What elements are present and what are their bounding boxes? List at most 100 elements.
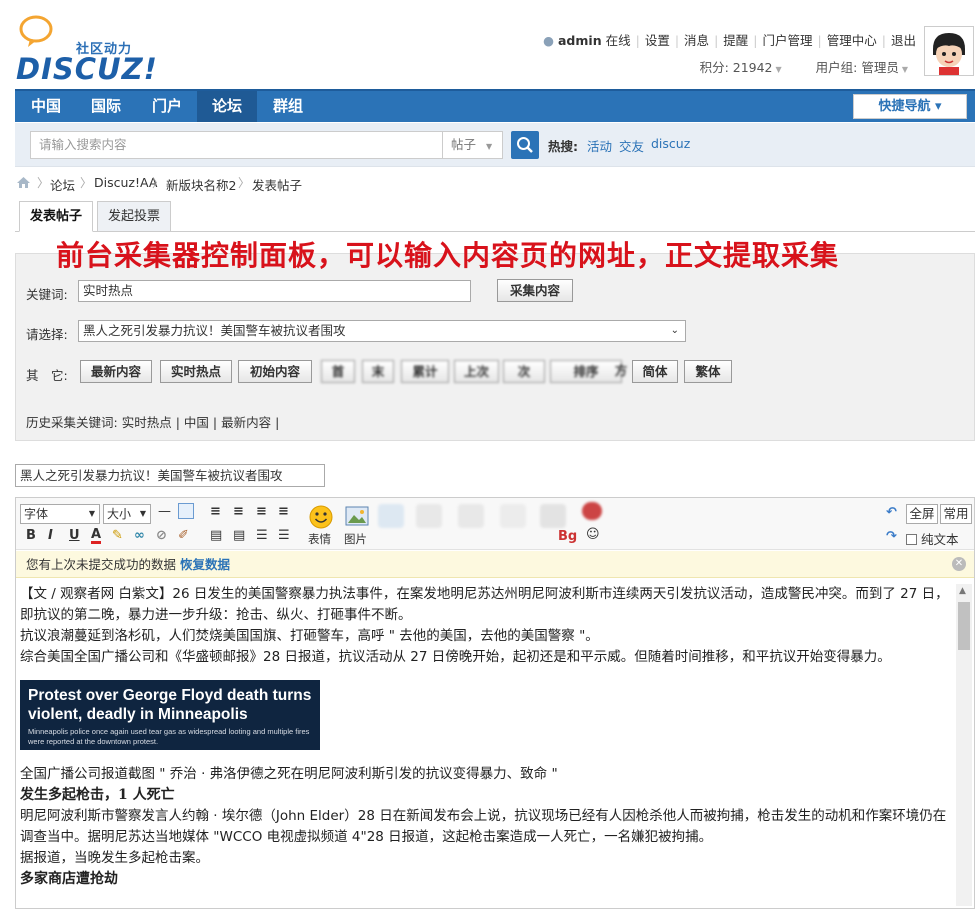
usergroup-dropdown[interactable]: 用户组: 管理员 ▼ — [816, 60, 908, 75]
font-family-select[interactable]: 字体 ▼ — [20, 504, 100, 524]
unlink-icon[interactable]: ⊘ — [156, 528, 167, 543]
history-item[interactable]: 最新内容 — [221, 415, 271, 430]
latest-content-button[interactable]: 最新内容 — [80, 360, 152, 383]
clear-format-icon[interactable]: ✐ — [178, 528, 189, 543]
blurred-extra-button[interactable]: 方 — [614, 360, 628, 383]
emoji-button[interactable] — [308, 504, 334, 529]
bold-icon[interactable]: B — [26, 528, 36, 543]
close-icon[interactable]: ✕ — [952, 557, 966, 571]
common-button[interactable]: 常用 — [940, 504, 972, 524]
link-icon[interactable]: ∞ — [134, 528, 145, 543]
points-label: 积分: 21942 — [699, 60, 773, 75]
tab-new-post[interactable]: 发表帖子 — [19, 201, 94, 232]
tab-new-poll[interactable]: 发起投票 — [97, 201, 172, 232]
initial-content-button[interactable]: 初始内容 — [238, 360, 312, 383]
float-left-icon[interactable]: ▤ — [210, 528, 222, 543]
quick-nav-button[interactable]: 快捷导航 ▾ — [853, 94, 967, 119]
traditional-chinese-button[interactable]: 繁体 — [684, 360, 732, 383]
plain-text-checkbox[interactable] — [906, 534, 917, 545]
history-item[interactable]: 中国 — [184, 415, 209, 430]
font-size-select[interactable]: 大小 ▼ — [103, 504, 151, 524]
article-paragraph: 明尼阿波利斯市警察发言人约翰 · 埃尔德（John Elder）28 日在新闻发… — [20, 808, 947, 845]
italic-icon[interactable]: I — [48, 528, 53, 543]
next-button[interactable]: 次 — [503, 360, 545, 383]
news-image-subtext: Minneapolis police once again used tear … — [28, 727, 310, 746]
emoji-label: 表情 — [308, 532, 331, 546]
hot-link-dating[interactable]: 交友 — [619, 136, 644, 155]
undo-icon[interactable]: ↶ — [886, 505, 897, 520]
restore-notice: 您有上次未提交成功的数据 恢复数据 ✕ — [16, 551, 974, 578]
last-page-button[interactable]: 末 — [362, 360, 394, 383]
keyword-input[interactable]: 实时热点 — [78, 280, 471, 302]
scrollbar-thumb[interactable] — [958, 602, 970, 650]
site-logo[interactable]: 社区动力 DISCUZ! — [16, 14, 157, 86]
username-link[interactable]: admin — [558, 33, 602, 48]
keyword-label: 关键词: — [26, 287, 68, 302]
breadcrumb-subboard[interactable]: 新版块名称2 — [166, 175, 236, 194]
unordered-list-icon[interactable]: ☰ — [278, 528, 290, 543]
font-color-icon[interactable]: A — [91, 528, 102, 544]
avatar[interactable] — [924, 26, 974, 76]
breadcrumb-forum[interactable]: 论坛 — [50, 175, 75, 194]
record-button[interactable] — [582, 502, 602, 520]
breadcrumb-board[interactable]: Discuz!AA — [94, 175, 157, 190]
table-icon[interactable] — [178, 503, 194, 519]
chevron-down-icon: ▼ — [486, 142, 493, 151]
editor-content[interactable]: 【文 / 观察者网 白紫文】26 日发生的美国警察暴力执法事件，在案发地明尼苏达… — [20, 584, 950, 890]
code-button[interactable] — [458, 504, 484, 528]
underline-icon[interactable]: U — [69, 528, 80, 543]
points-dropdown[interactable]: 积分: 21942 ▼ — [700, 60, 782, 75]
editor-scrollbar[interactable]: ▲ — [956, 584, 972, 906]
messages-link[interactable]: 消息 — [684, 33, 709, 48]
restore-data-link[interactable]: 恢复数据 — [180, 557, 230, 572]
ordered-list-icon[interactable]: ☰ — [256, 528, 268, 543]
attachment-button[interactable] — [378, 504, 404, 528]
chevron-down-icon: ▼ — [775, 65, 782, 74]
highlight-icon[interactable]: ✎ — [112, 528, 123, 543]
cumulative-button[interactable]: 累计 — [401, 360, 449, 383]
align-left-icon[interactable]: ≡ — [210, 504, 221, 519]
hot-link-discuz[interactable]: discuz — [651, 136, 690, 151]
logout-link[interactable]: 退出 — [891, 33, 916, 48]
article-select[interactable]: 黑人之死引发暴力抗议！美国警车被抗议者围攻 ⌄ — [78, 320, 686, 342]
redo-icon[interactable]: ↷ — [886, 529, 897, 544]
home-icon[interactable] — [16, 176, 31, 189]
flash-button[interactable] — [540, 504, 566, 528]
align-center-icon[interactable]: ≡ — [233, 504, 244, 519]
nav-item-forum[interactable]: 论坛 — [197, 91, 257, 122]
hot-link-activity[interactable]: 活动 — [587, 136, 612, 155]
bg-music-icon[interactable]: Bg — [558, 529, 577, 544]
plain-text-toggle[interactable]: 纯文本 — [906, 529, 959, 548]
realtime-hot-button[interactable]: 实时热点 — [160, 360, 232, 383]
align-justify-icon[interactable]: ≡ — [278, 504, 289, 519]
first-page-button[interactable]: 首 — [321, 360, 355, 383]
fullscreen-button[interactable]: 全屏 — [906, 504, 938, 524]
quote-button[interactable] — [500, 504, 526, 528]
portal-admin-link[interactable]: 门户管理 — [763, 33, 813, 48]
float-right-icon[interactable]: ▤ — [233, 528, 245, 543]
article-subheading: 发生多起枪击，1 人死亡 — [20, 787, 175, 803]
settings-link[interactable]: 设置 — [645, 33, 670, 48]
article-paragraph: 抗议浪潮蔓延到洛杉矶，人们焚烧美国国旗、打砸警车，高呼 " 去他的美国，去他的美… — [20, 628, 599, 644]
nav-item-portal[interactable]: 门户 — [140, 91, 194, 122]
search-type-select[interactable]: 帖子 ▼ — [443, 131, 503, 159]
previous-button[interactable]: 上次 — [454, 360, 499, 383]
nav-item-china[interactable]: 中国 — [20, 91, 72, 122]
qq-icon[interactable]: ☺ — [586, 527, 600, 542]
admin-center-link[interactable]: 管理中心 — [827, 33, 877, 48]
search-button[interactable] — [511, 131, 539, 159]
reminders-link[interactable]: 提醒 — [723, 33, 748, 48]
history-item[interactable]: 实时热点 — [122, 415, 172, 430]
sort-button[interactable]: 排序 — [550, 360, 622, 383]
search-input[interactable]: 请输入搜索内容 — [30, 131, 443, 159]
post-title-input[interactable]: 黑人之死引发暴力抗议！美国警车被抗议者围攻 — [15, 464, 325, 487]
collect-content-button[interactable]: 采集内容 — [497, 279, 573, 302]
simplified-chinese-button[interactable]: 简体 — [632, 360, 678, 383]
nav-item-groups[interactable]: 群组 — [262, 91, 314, 122]
image-button[interactable] — [344, 504, 370, 528]
horizontal-rule-icon[interactable]: — — [158, 504, 171, 519]
nav-item-international[interactable]: 国际 — [78, 91, 134, 122]
scroll-up-icon[interactable]: ▲ — [959, 586, 966, 596]
media-button[interactable] — [416, 504, 442, 528]
align-right-icon[interactable]: ≡ — [256, 504, 267, 519]
